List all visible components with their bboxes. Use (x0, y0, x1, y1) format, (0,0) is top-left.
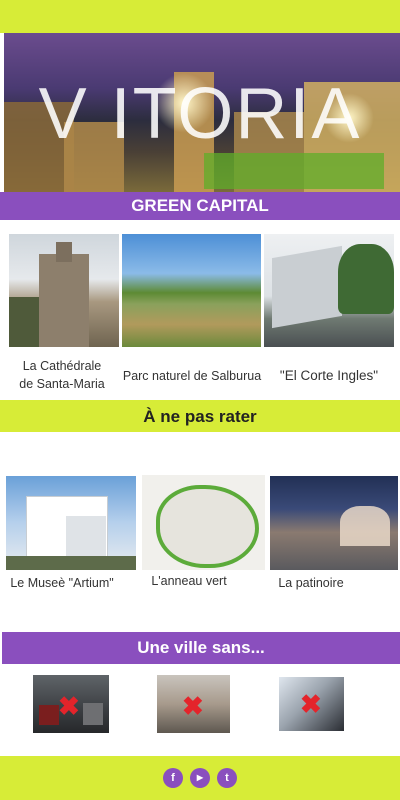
cathedral-caption: La Cathédrale de Santa-Maria (19, 359, 105, 391)
pollution-cross-icon: ✖ (182, 691, 204, 721)
twitter-icon[interactable]: t (217, 768, 237, 788)
el-corte-ingles-photo[interactable] (264, 234, 394, 347)
green-capital-banner: GREEN CAPITAL (0, 192, 400, 220)
city-without-banner: Une ville sans... (2, 632, 400, 664)
traffic-cross-icon: ✖ (58, 691, 80, 721)
green-capital-label: GREEN CAPITAL (131, 196, 269, 215)
el-corte-ingles-caption: "El Corte Ingles" (279, 368, 379, 383)
crime-cross-icon: ✖ (300, 689, 322, 719)
youtube-icon[interactable]: ▶ (190, 768, 210, 788)
salburua-park-photo[interactable] (122, 234, 261, 347)
ice-rink-caption: La patinoire (278, 576, 344, 590)
ice-rink-photo[interactable] (270, 476, 398, 570)
artium-caption: Le Museè "Artium" (10, 576, 114, 590)
top-band (0, 0, 400, 33)
cathedral-photo[interactable] (9, 234, 119, 347)
facebook-icon[interactable]: f (163, 768, 183, 788)
hero-title: V ITORIA (38, 74, 362, 154)
city-without-title: Une ville sans... (137, 638, 265, 657)
green-ring-caption: L'anneau vert (151, 574, 227, 588)
must-see-title: À ne pas rater (143, 407, 257, 426)
green-ring-map[interactable] (142, 475, 265, 570)
salburua-caption: Parc naturel de Salburua (122, 369, 262, 383)
artium-museum-photo[interactable] (6, 476, 136, 570)
